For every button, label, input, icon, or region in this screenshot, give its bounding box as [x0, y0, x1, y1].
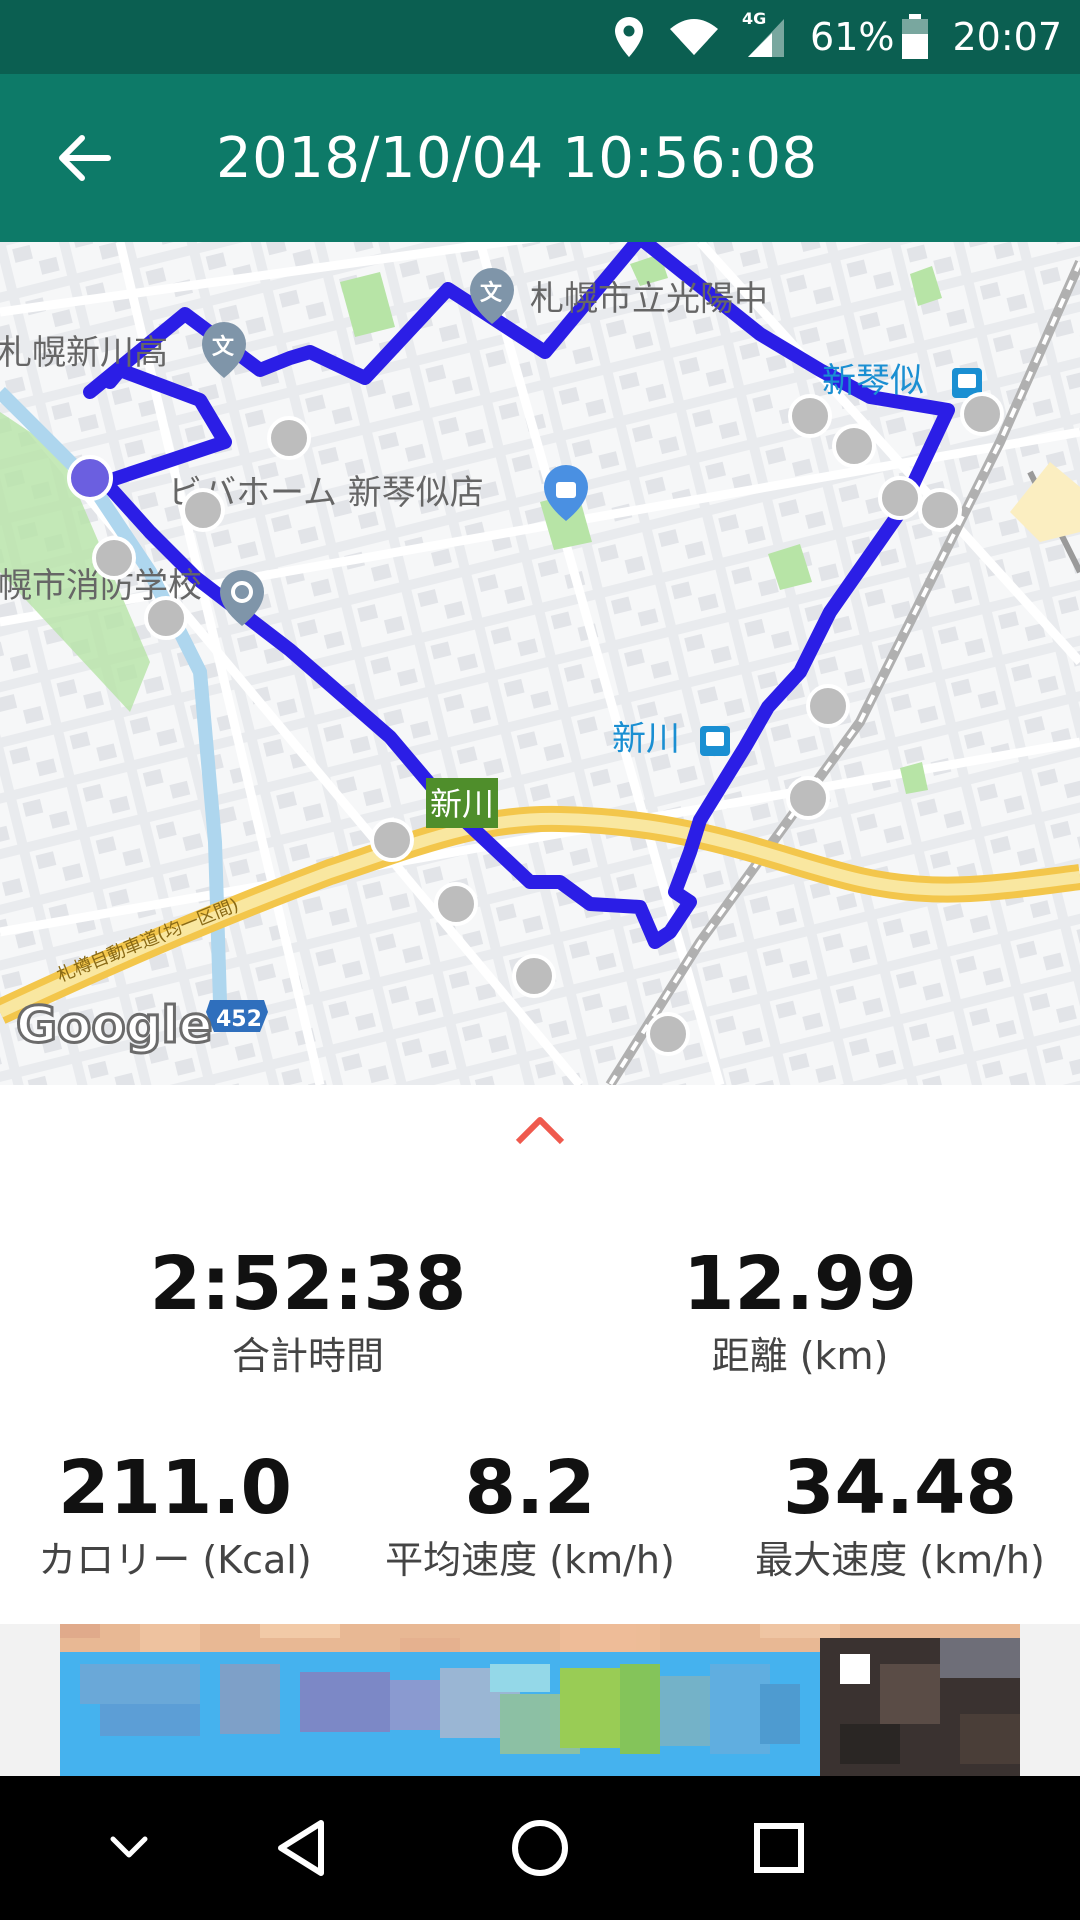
- network-type: 4G: [742, 9, 767, 28]
- route-number: 452: [216, 1007, 262, 1032]
- location-icon: [612, 15, 646, 59]
- chevron-down-icon: [110, 1836, 148, 1858]
- map-label-interchange: 新川: [430, 785, 494, 823]
- waypoint-marker[interactable]: [960, 392, 1004, 436]
- waypoint-marker[interactable]: [646, 1012, 690, 1056]
- nav-home-button[interactable]: [495, 1806, 585, 1890]
- battery-icon: [900, 13, 930, 61]
- battery-percent: 61%: [810, 15, 895, 59]
- start-point-marker[interactable]: [67, 455, 113, 501]
- google-logo: Google: [16, 996, 213, 1054]
- waypoint-marker[interactable]: [92, 536, 136, 580]
- svg-text:文: 文: [480, 280, 503, 306]
- waypoint-marker[interactable]: [832, 424, 876, 468]
- stat-label: 合計時間: [231, 1334, 384, 1378]
- back-triangle-icon: [278, 1820, 324, 1876]
- train-station-icon[interactable]: [700, 726, 730, 756]
- expand-details-button[interactable]: [510, 1110, 570, 1160]
- stat-value: 12.99: [682, 1241, 918, 1327]
- ad-banner[interactable]: [60, 1624, 1020, 1776]
- route-map[interactable]: 札幌市立光陽中 札幌新川高 ビバホーム 新琴似店 幌市消防学校 新琴似 新川 札…: [0, 242, 1080, 1085]
- stat-max-speed: 34.48 最大速度 (km/h): [730, 1448, 1070, 1586]
- map-label-school-koyo: 札幌市立光陽中: [530, 279, 768, 319]
- stat-label: 距離 (km): [711, 1334, 889, 1378]
- stat-label: 平均速度 (km/h): [385, 1538, 675, 1582]
- status-bar: 4G 61% 20:07: [0, 0, 1080, 74]
- home-circle-icon: [512, 1820, 568, 1876]
- stat-label: カロリー (Kcal): [38, 1538, 312, 1582]
- chevron-up-icon: [515, 1117, 565, 1145]
- stat-average-speed: 8.2 平均速度 (km/h): [370, 1448, 690, 1586]
- arrow-back-icon: [59, 135, 111, 181]
- stat-total-time: 2:52:38 合計時間: [108, 1244, 508, 1382]
- stat-value: 211.0: [57, 1445, 293, 1531]
- wifi-icon: [668, 17, 720, 57]
- ad-area: [0, 1624, 1080, 1776]
- map-label-station-shinkotoni: 新琴似: [822, 361, 924, 401]
- stat-value: 2:52:38: [149, 1241, 467, 1327]
- waypoint-marker[interactable]: [786, 776, 830, 820]
- stat-value: 34.48: [782, 1445, 1018, 1531]
- stat-value: 8.2: [464, 1445, 596, 1531]
- waypoint-marker[interactable]: [512, 954, 556, 998]
- signal-icon: 4G: [742, 11, 788, 59]
- system-nav-bar: [0, 1776, 1080, 1920]
- waypoint-marker[interactable]: [434, 882, 478, 926]
- stat-distance: 12.99 距離 (km): [600, 1244, 1000, 1382]
- waypoint-marker[interactable]: [267, 416, 311, 460]
- stat-calories: 211.0 カロリー (Kcal): [20, 1448, 330, 1586]
- waypoint-marker[interactable]: [878, 476, 922, 520]
- stat-label: 最大速度 (km/h): [755, 1538, 1045, 1582]
- page-title: 2018/10/04 10:56:08: [216, 126, 818, 191]
- waypoint-marker[interactable]: [370, 818, 414, 862]
- hide-keyboard-button[interactable]: [84, 1806, 174, 1890]
- back-button[interactable]: [44, 120, 124, 196]
- map-label-station-shinkawa: 新川: [612, 719, 680, 759]
- map-label-school-shinkawa: 札幌新川高: [0, 333, 168, 373]
- app-bar: 2018/10/04 10:56:08: [0, 74, 1080, 242]
- waypoint-marker[interactable]: [144, 596, 188, 640]
- waypoint-marker[interactable]: [788, 394, 832, 438]
- waypoint-marker[interactable]: [181, 488, 225, 532]
- waypoint-marker[interactable]: [918, 488, 962, 532]
- clock: 20:07: [952, 15, 1062, 59]
- waypoint-marker[interactable]: [806, 684, 850, 728]
- recents-square-icon: [754, 1823, 804, 1873]
- svg-text:文: 文: [212, 334, 235, 360]
- nav-back-button[interactable]: [256, 1806, 346, 1890]
- nav-recents-button[interactable]: [734, 1806, 824, 1890]
